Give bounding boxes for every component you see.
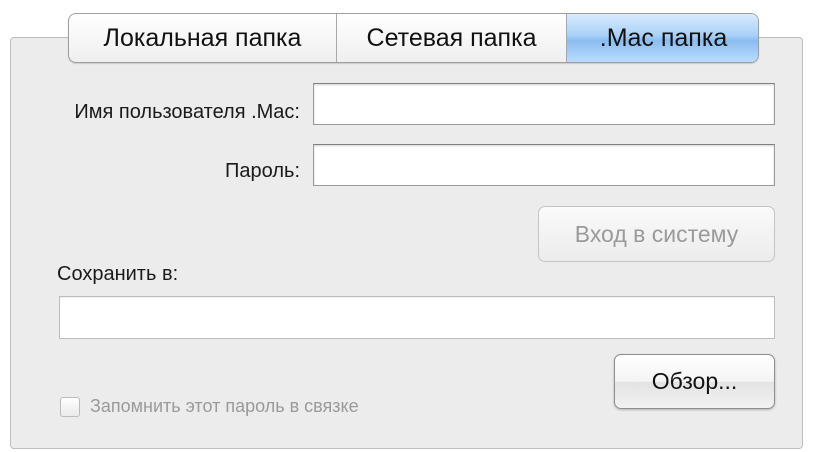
password-label: Пароль:: [225, 160, 300, 182]
username-field[interactable]: [313, 83, 775, 125]
username-label: Имя пользователя .Mac:: [74, 101, 300, 123]
tab-local-folder[interactable]: Локальная папка: [69, 14, 337, 62]
password-field[interactable]: [313, 144, 775, 186]
save-to-label: Сохранить в:: [57, 263, 179, 285]
tab-mac-folder[interactable]: .Mac папка: [567, 14, 758, 62]
remember-password-label: Запомнить этот пароль в связке: [90, 396, 359, 416]
folder-type-tabs: Локальная папка Сетевая папка .Mac папка: [68, 13, 759, 63]
remember-password-row[interactable]: Запомнить этот пароль в связке: [60, 396, 359, 417]
browse-button[interactable]: Обзор...: [614, 354, 775, 409]
save-location-field[interactable]: [59, 296, 775, 339]
remember-password-checkbox[interactable]: [60, 396, 80, 417]
login-button[interactable]: Вход в систему: [538, 206, 775, 262]
tab-network-folder[interactable]: Сетевая папка: [337, 14, 567, 62]
